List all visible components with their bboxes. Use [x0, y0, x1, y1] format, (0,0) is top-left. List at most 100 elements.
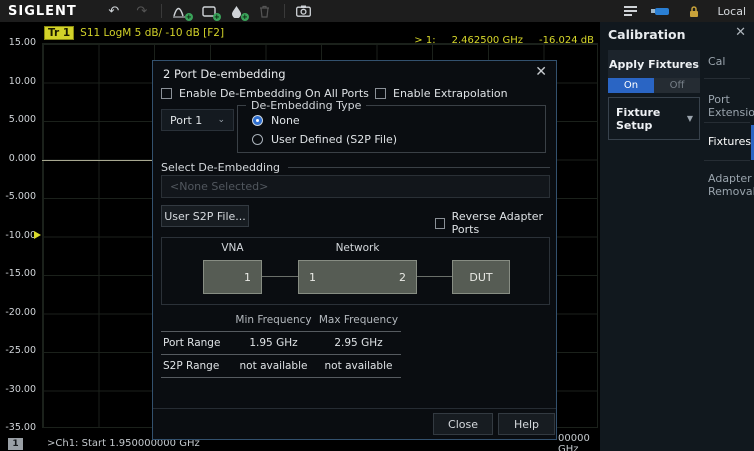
user-s2p-file-button[interactable]: User S2P File...: [161, 205, 249, 227]
trace-header: Tr 1 S11 LogM 5 dB/ -10 dB [F2]: [44, 26, 224, 40]
y-axis-tick: -5.000: [0, 191, 36, 202]
row-label: Port Range: [161, 337, 231, 349]
add-badge: +: [241, 13, 249, 21]
redo-icon: ↷: [133, 3, 151, 19]
tab-separator: [704, 160, 750, 161]
de-embedding-network-diagram: VNA Network 1 1 2 DUT: [161, 237, 550, 305]
connection-line: [417, 276, 452, 277]
channel-stop-frequency[interactable]: 00000 GHz: [558, 433, 600, 451]
add-marker-icon[interactable]: +: [228, 3, 246, 19]
dialog-footer-divider: [153, 408, 556, 409]
network-port-2: 2: [399, 271, 406, 284]
chevron-down-icon: ▼: [687, 114, 693, 123]
siglent-logo: SIGLENT: [8, 4, 77, 19]
table-header-row: Min Frequency Max Frequency: [161, 309, 401, 332]
vna-box: 1: [203, 260, 262, 294]
display-settings-icon[interactable]: [621, 3, 639, 19]
de-embedding-type-legend: De-Embedding Type: [246, 99, 366, 112]
y-axis-tick: -10.00: [0, 230, 36, 241]
y-axis-tick: 5.000: [0, 114, 36, 125]
reverse-adapter-ports-row: Reverse Adapter Ports: [435, 210, 556, 236]
add-badge: +: [185, 13, 193, 21]
radio-none[interactable]: [252, 115, 263, 126]
y-axis-tick: -25.00: [0, 345, 36, 356]
y-axis-tick: 10.00: [0, 76, 36, 87]
sidebar-title: Calibration: [608, 27, 685, 42]
min-frequency-header: Min Frequency: [231, 314, 316, 326]
delete-icon: [256, 3, 274, 19]
vna-label: VNA: [203, 242, 262, 254]
table-row-s2p-range: S2P Range not available not available: [161, 355, 401, 378]
y-axis-tick: 15.00: [0, 37, 36, 48]
apply-fixtures-control: Apply Fixtures On Off: [608, 50, 700, 93]
radio-none-row[interactable]: None: [252, 114, 545, 127]
enable-extrapolation-checkbox[interactable]: [375, 88, 386, 99]
y-axis-tick: -35.00: [0, 422, 36, 433]
port-select-value: Port 1: [170, 114, 202, 127]
toggle-on-button[interactable]: On: [608, 78, 654, 93]
select-de-embedding-legend: Select De-Embedding: [161, 161, 280, 174]
s2p-range-min: not available: [231, 360, 316, 372]
screenshot-camera-icon[interactable]: [295, 3, 313, 19]
apply-fixtures-label: Apply Fixtures: [608, 50, 700, 78]
tab-fixtures[interactable]: Fixtures: [708, 135, 752, 148]
vna-application-window: SIGLENT ↶ ↷ + + +: [0, 0, 754, 451]
toolbar-separator: [161, 4, 162, 18]
add-trace-icon[interactable]: +: [172, 3, 190, 19]
y-axis-tick: -30.00: [0, 384, 36, 395]
radio-user-defined[interactable]: [252, 134, 263, 145]
network-box: 1 2: [298, 260, 417, 294]
radio-user-defined-label: User Defined (S2P File): [271, 133, 397, 146]
tab-separator: [704, 78, 750, 79]
tab-separator: [704, 122, 750, 123]
row-label: S2P Range: [161, 360, 231, 372]
port-range-min: 1.95 GHz: [231, 337, 316, 349]
toggle-off-button[interactable]: Off: [654, 78, 700, 93]
channel-number-badge[interactable]: 1: [8, 438, 23, 450]
reverse-adapter-ports-checkbox[interactable]: [435, 218, 445, 229]
sidebar-close-icon[interactable]: ✕: [735, 25, 746, 40]
fixture-setup-dropdown[interactable]: Fixture Setup ▼: [608, 97, 700, 140]
close-button[interactable]: Close: [433, 413, 493, 435]
dut-box: DUT: [452, 260, 510, 294]
radio-user-defined-row[interactable]: User Defined (S2P File): [252, 133, 545, 146]
usb-device-icon: [653, 3, 671, 19]
reference-level-marker: [34, 231, 41, 239]
network-label: Network: [298, 242, 417, 254]
tab-adapter-removal[interactable]: Adapter Removal: [708, 172, 752, 198]
y-axis-tick: 0.000: [0, 153, 36, 164]
network-port-1: 1: [309, 271, 316, 284]
y-axis-tick: -20.00: [0, 307, 36, 318]
help-button[interactable]: Help: [498, 413, 555, 435]
connection-line: [262, 276, 298, 277]
calibration-sidebar: Calibration ✕ Apply Fixtures On Off Fixt…: [600, 22, 754, 451]
enable-all-ports-checkbox[interactable]: [161, 88, 172, 99]
top-toolbar: SIGLENT ↶ ↷ + + +: [0, 0, 754, 22]
marker-frequency: 2.462500 GHz: [452, 35, 523, 46]
undo-icon[interactable]: ↶: [105, 3, 123, 19]
de-embedding-dialog: 2 Port De-embedding ✕ Enable De-Embeddin…: [152, 60, 557, 440]
add-window-icon[interactable]: +: [200, 3, 218, 19]
marker-value: -16.024 dB: [539, 35, 594, 46]
trace-settings-label[interactable]: S11 LogM 5 dB/ -10 dB [F2]: [80, 27, 224, 39]
select-de-embedding-group: Select De-Embedding: [161, 161, 550, 174]
radio-none-label: None: [271, 114, 300, 127]
fixture-setup-label: Fixture Setup: [616, 106, 687, 132]
toolbar-separator: [284, 4, 285, 18]
trace-number-badge[interactable]: Tr 1: [44, 26, 74, 40]
y-axis-tick: -15.00: [0, 268, 36, 279]
add-badge: +: [213, 13, 221, 21]
chevron-down-icon: ⌄: [217, 115, 225, 125]
tab-port-extension[interactable]: Port Extension: [708, 93, 752, 119]
apply-fixtures-toggle: On Off: [608, 78, 700, 93]
marker-number: > 1:: [414, 35, 435, 46]
de-embedding-type-group: De-Embedding Type None User Defined (S2P…: [237, 99, 546, 153]
local-mode-label[interactable]: Local: [717, 5, 746, 18]
frequency-range-table: Min Frequency Max Frequency Port Range 1…: [161, 309, 401, 378]
lock-key-icon[interactable]: [685, 3, 703, 19]
de-embedding-file-field[interactable]: <None Selected>: [161, 175, 550, 198]
dialog-close-icon[interactable]: ✕: [535, 64, 547, 80]
port-select-dropdown[interactable]: Port 1 ⌄: [161, 109, 234, 131]
marker-readout: > 1: 2.462500 GHz -16.024 dB: [414, 35, 594, 46]
tab-cal[interactable]: Cal: [708, 55, 752, 68]
